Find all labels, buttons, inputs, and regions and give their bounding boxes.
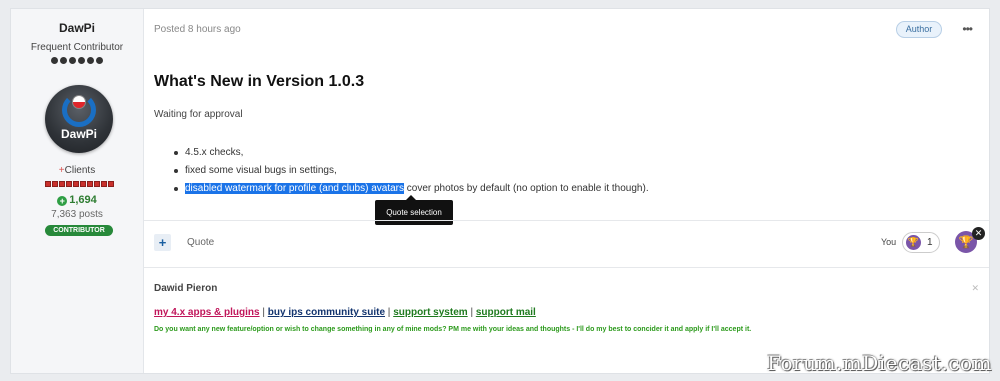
trophy-icon: 🏆 <box>906 235 921 250</box>
quote-button[interactable]: Quote <box>187 237 214 248</box>
buy-ips-link[interactable]: buy ips community suite <box>268 307 385 318</box>
contributor-badge: CONTRIBUTOR <box>45 225 113 236</box>
author-title: Frequent Contributor <box>30 42 124 53</box>
apps-plugins-link[interactable]: my 4.x apps & plugins <box>154 307 260 318</box>
signature-name: Dawid Pieron <box>154 283 218 294</box>
list-item: 4.5.x checks, <box>174 144 649 162</box>
hide-signature-icon[interactable]: ✕ <box>971 283 979 294</box>
reaction-summary[interactable]: 🏆 1 <box>902 232 940 253</box>
reaction-count: 1 <box>927 237 933 248</box>
multiquote-button[interactable]: + <box>154 234 171 251</box>
reaction-you-label: You <box>881 237 897 247</box>
signature-note: Do you want any new feature/option or wi… <box>154 326 752 333</box>
more-options-icon[interactable]: ••• <box>962 22 973 36</box>
reputation[interactable]: +1,694 <box>11 194 143 206</box>
avatar[interactable]: DawPi <box>45 85 113 153</box>
list-item: fixed some visual bugs in settings, <box>174 162 649 180</box>
quote-selection-button[interactable]: Quote selection <box>375 195 453 225</box>
author-panel: DawPi Frequent Contributor DawPi +Client… <box>11 9 144 373</box>
post-title: What's New in Version 1.0.3 <box>154 73 365 90</box>
member-group: +Clients <box>58 165 96 176</box>
selected-text: disabled watermark for profile (and club… <box>185 183 404 194</box>
reputation-plus-icon: + <box>57 196 68 206</box>
support-system-link[interactable]: support system <box>393 307 467 318</box>
signature-links: my 4.x apps & plugins | buy ips communit… <box>154 307 536 318</box>
author-name[interactable]: DawPi <box>11 21 143 35</box>
remove-reaction-icon[interactable]: ✕ <box>972 227 985 240</box>
approval-status: Waiting for approval <box>154 109 243 120</box>
rank-pips <box>11 57 143 64</box>
forum-post: DawPi Frequent Contributor DawPi +Client… <box>10 8 990 374</box>
post-count: 7,363 posts <box>51 209 103 220</box>
avatar-label: DawPi <box>60 127 97 141</box>
change-list: 4.5.x checks, fixed some visual bugs in … <box>174 144 649 198</box>
post-date[interactable]: Posted 8 hours ago <box>154 24 241 35</box>
divider <box>144 220 989 221</box>
author-badge: Author <box>896 21 942 38</box>
divider <box>144 267 989 268</box>
rank-bar <box>45 181 114 187</box>
site-watermark: Forum.mDiecast.com <box>767 351 992 375</box>
support-mail-link[interactable]: support mail <box>476 307 536 318</box>
flag-icon <box>72 95 86 109</box>
